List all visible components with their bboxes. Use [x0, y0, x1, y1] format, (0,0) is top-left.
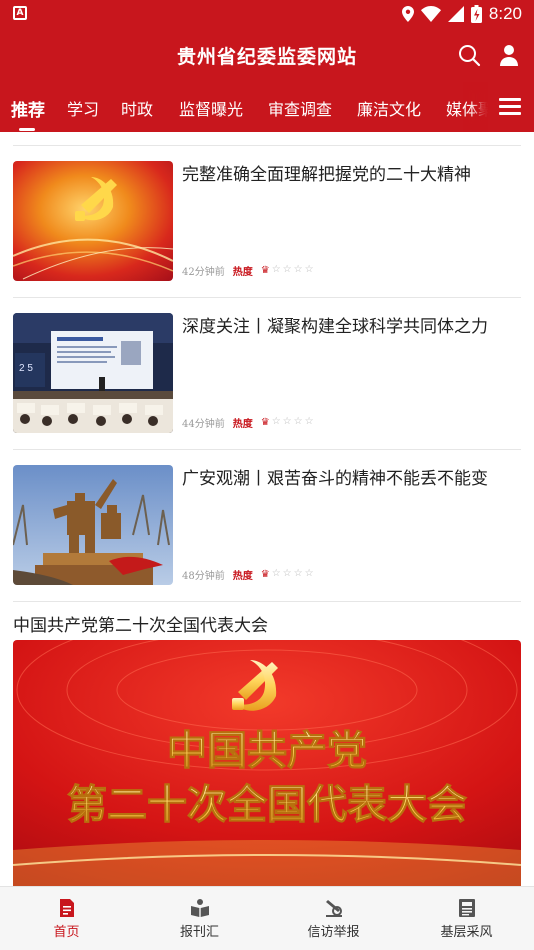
heat-label: 热度	[232, 418, 253, 430]
divider	[13, 145, 521, 146]
article-thumbnail: 2 5	[13, 313, 173, 433]
crown-icon: ♛	[260, 416, 270, 428]
clock: 8:20	[488, 4, 522, 23]
article-meta: 48分钟前 热度 ♛ ☆ ☆ ☆ ☆	[182, 567, 314, 582]
list-item[interactable]: 广安观潮丨艰苦奋斗的精神不能丢不能变 48分钟前 热度 ♛ ☆ ☆ ☆ ☆	[13, 465, 521, 585]
nav-report[interactable]: 信访举报	[267, 887, 400, 950]
nav-label: 信访举报	[307, 925, 360, 940]
tab-study[interactable]: 学习	[67, 96, 99, 120]
star-icon: ☆	[271, 568, 281, 579]
tab-politics[interactable]: 时政	[121, 96, 153, 120]
book-icon	[191, 899, 209, 917]
star-icon: ☆	[282, 264, 292, 275]
article-title[interactable]: 深度关注丨凝聚构建全球科学共同体之力	[182, 315, 521, 339]
divider	[13, 449, 521, 450]
star-icon: ☆	[271, 264, 281, 275]
app-notification-icon: A	[13, 6, 27, 20]
banner-heading-line2: 第二十次全国代表大会	[67, 782, 467, 828]
article-thumbnail	[13, 161, 173, 281]
banner-heading-line1: 中国共产党	[167, 728, 367, 774]
star-icon: ☆	[271, 416, 281, 427]
article-meta: 44分钟前 热度 ♛ ☆ ☆ ☆ ☆	[182, 415, 314, 430]
list-item[interactable]: 完整准确全面理解把握党的二十大精神 42分钟前 热度 ♛ ☆ ☆ ☆ ☆	[13, 161, 521, 281]
tab-recommend[interactable]: 推荐	[11, 96, 45, 121]
heat-rating: ♛ ☆ ☆ ☆ ☆	[261, 417, 314, 428]
newspaper-icon	[459, 899, 475, 917]
star-icon: ☆	[293, 264, 303, 275]
app-bar: 贵州省纪委监委网站	[0, 28, 534, 82]
star-icon: ☆	[282, 416, 292, 427]
star-icon: ☆	[304, 568, 314, 579]
home-doc-icon	[60, 899, 74, 917]
star-icon: ☆	[293, 568, 303, 579]
list-item[interactable]: 2 5 深度关注丨凝聚构建全球科学共同体之力 44分钟前 热度 ♛ ☆ ☆ ☆ …	[13, 313, 521, 433]
search-icon[interactable]	[457, 43, 481, 67]
bottom-navigation: 首页 报刊汇 信访举报 基层采风	[0, 886, 534, 950]
divider	[13, 297, 521, 298]
nav-publications[interactable]: 报刊汇	[133, 887, 266, 950]
signal-icon	[447, 6, 464, 22]
heat-label: 热度	[232, 266, 253, 278]
location-icon	[401, 6, 414, 22]
heat-rating: ♛ ☆ ☆ ☆ ☆	[261, 265, 314, 276]
page-title: 贵州省纪委监委网站	[176, 46, 357, 68]
category-tabs: 推荐 学习 时政 监督曝光 审查调查 廉洁文化 媒体聚	[0, 82, 534, 132]
nav-home[interactable]: 首页	[0, 887, 133, 950]
star-icon: ☆	[304, 264, 314, 275]
menu-icon	[499, 98, 521, 101]
wifi-icon	[420, 6, 441, 22]
article-thumbnail	[13, 465, 173, 585]
feature-banner[interactable]: 中国共产党 第二十次全国代表大会	[13, 640, 521, 890]
nav-label: 报刊汇	[179, 925, 219, 940]
tab-investigation[interactable]: 审查调查	[268, 96, 332, 120]
article-title[interactable]: 广安观潮丨艰苦奋斗的精神不能丢不能变	[182, 467, 521, 491]
tab-integrity-culture[interactable]: 廉洁文化	[357, 96, 421, 120]
star-icon: ☆	[293, 416, 303, 427]
star-icon: ☆	[282, 568, 292, 579]
tab-media[interactable]: 媒体聚	[446, 96, 494, 120]
article-title[interactable]: 完整准确全面理解把握党的二十大精神	[182, 163, 521, 187]
svg-text:2 5: 2 5	[19, 363, 33, 374]
crown-icon: ♛	[260, 264, 270, 276]
section-title[interactable]: 中国共产党第二十次全国代表大会	[13, 611, 268, 636]
crown-icon: ♛	[260, 568, 270, 580]
star-icon: ☆	[304, 416, 314, 427]
nav-label: 首页	[53, 925, 80, 940]
status-bar: A 8:20	[0, 0, 534, 28]
nav-label: 基层采风	[440, 925, 493, 940]
divider	[13, 601, 521, 602]
nav-grassroots[interactable]: 基层采风	[400, 887, 533, 950]
user-icon[interactable]	[497, 43, 521, 67]
article-time: 48分钟前	[182, 570, 225, 582]
article-meta: 42分钟前 热度 ♛ ☆ ☆ ☆ ☆	[182, 263, 314, 278]
battery-icon	[470, 5, 482, 23]
tab-supervision[interactable]: 监督曝光	[179, 96, 243, 120]
active-tab-indicator	[19, 128, 35, 131]
article-time: 42分钟前	[182, 266, 225, 278]
article-time: 44分钟前	[182, 418, 225, 430]
heat-label: 热度	[232, 570, 253, 582]
pen-report-icon	[326, 900, 342, 917]
heat-rating: ♛ ☆ ☆ ☆ ☆	[261, 569, 314, 580]
menu-button[interactable]	[488, 82, 534, 132]
